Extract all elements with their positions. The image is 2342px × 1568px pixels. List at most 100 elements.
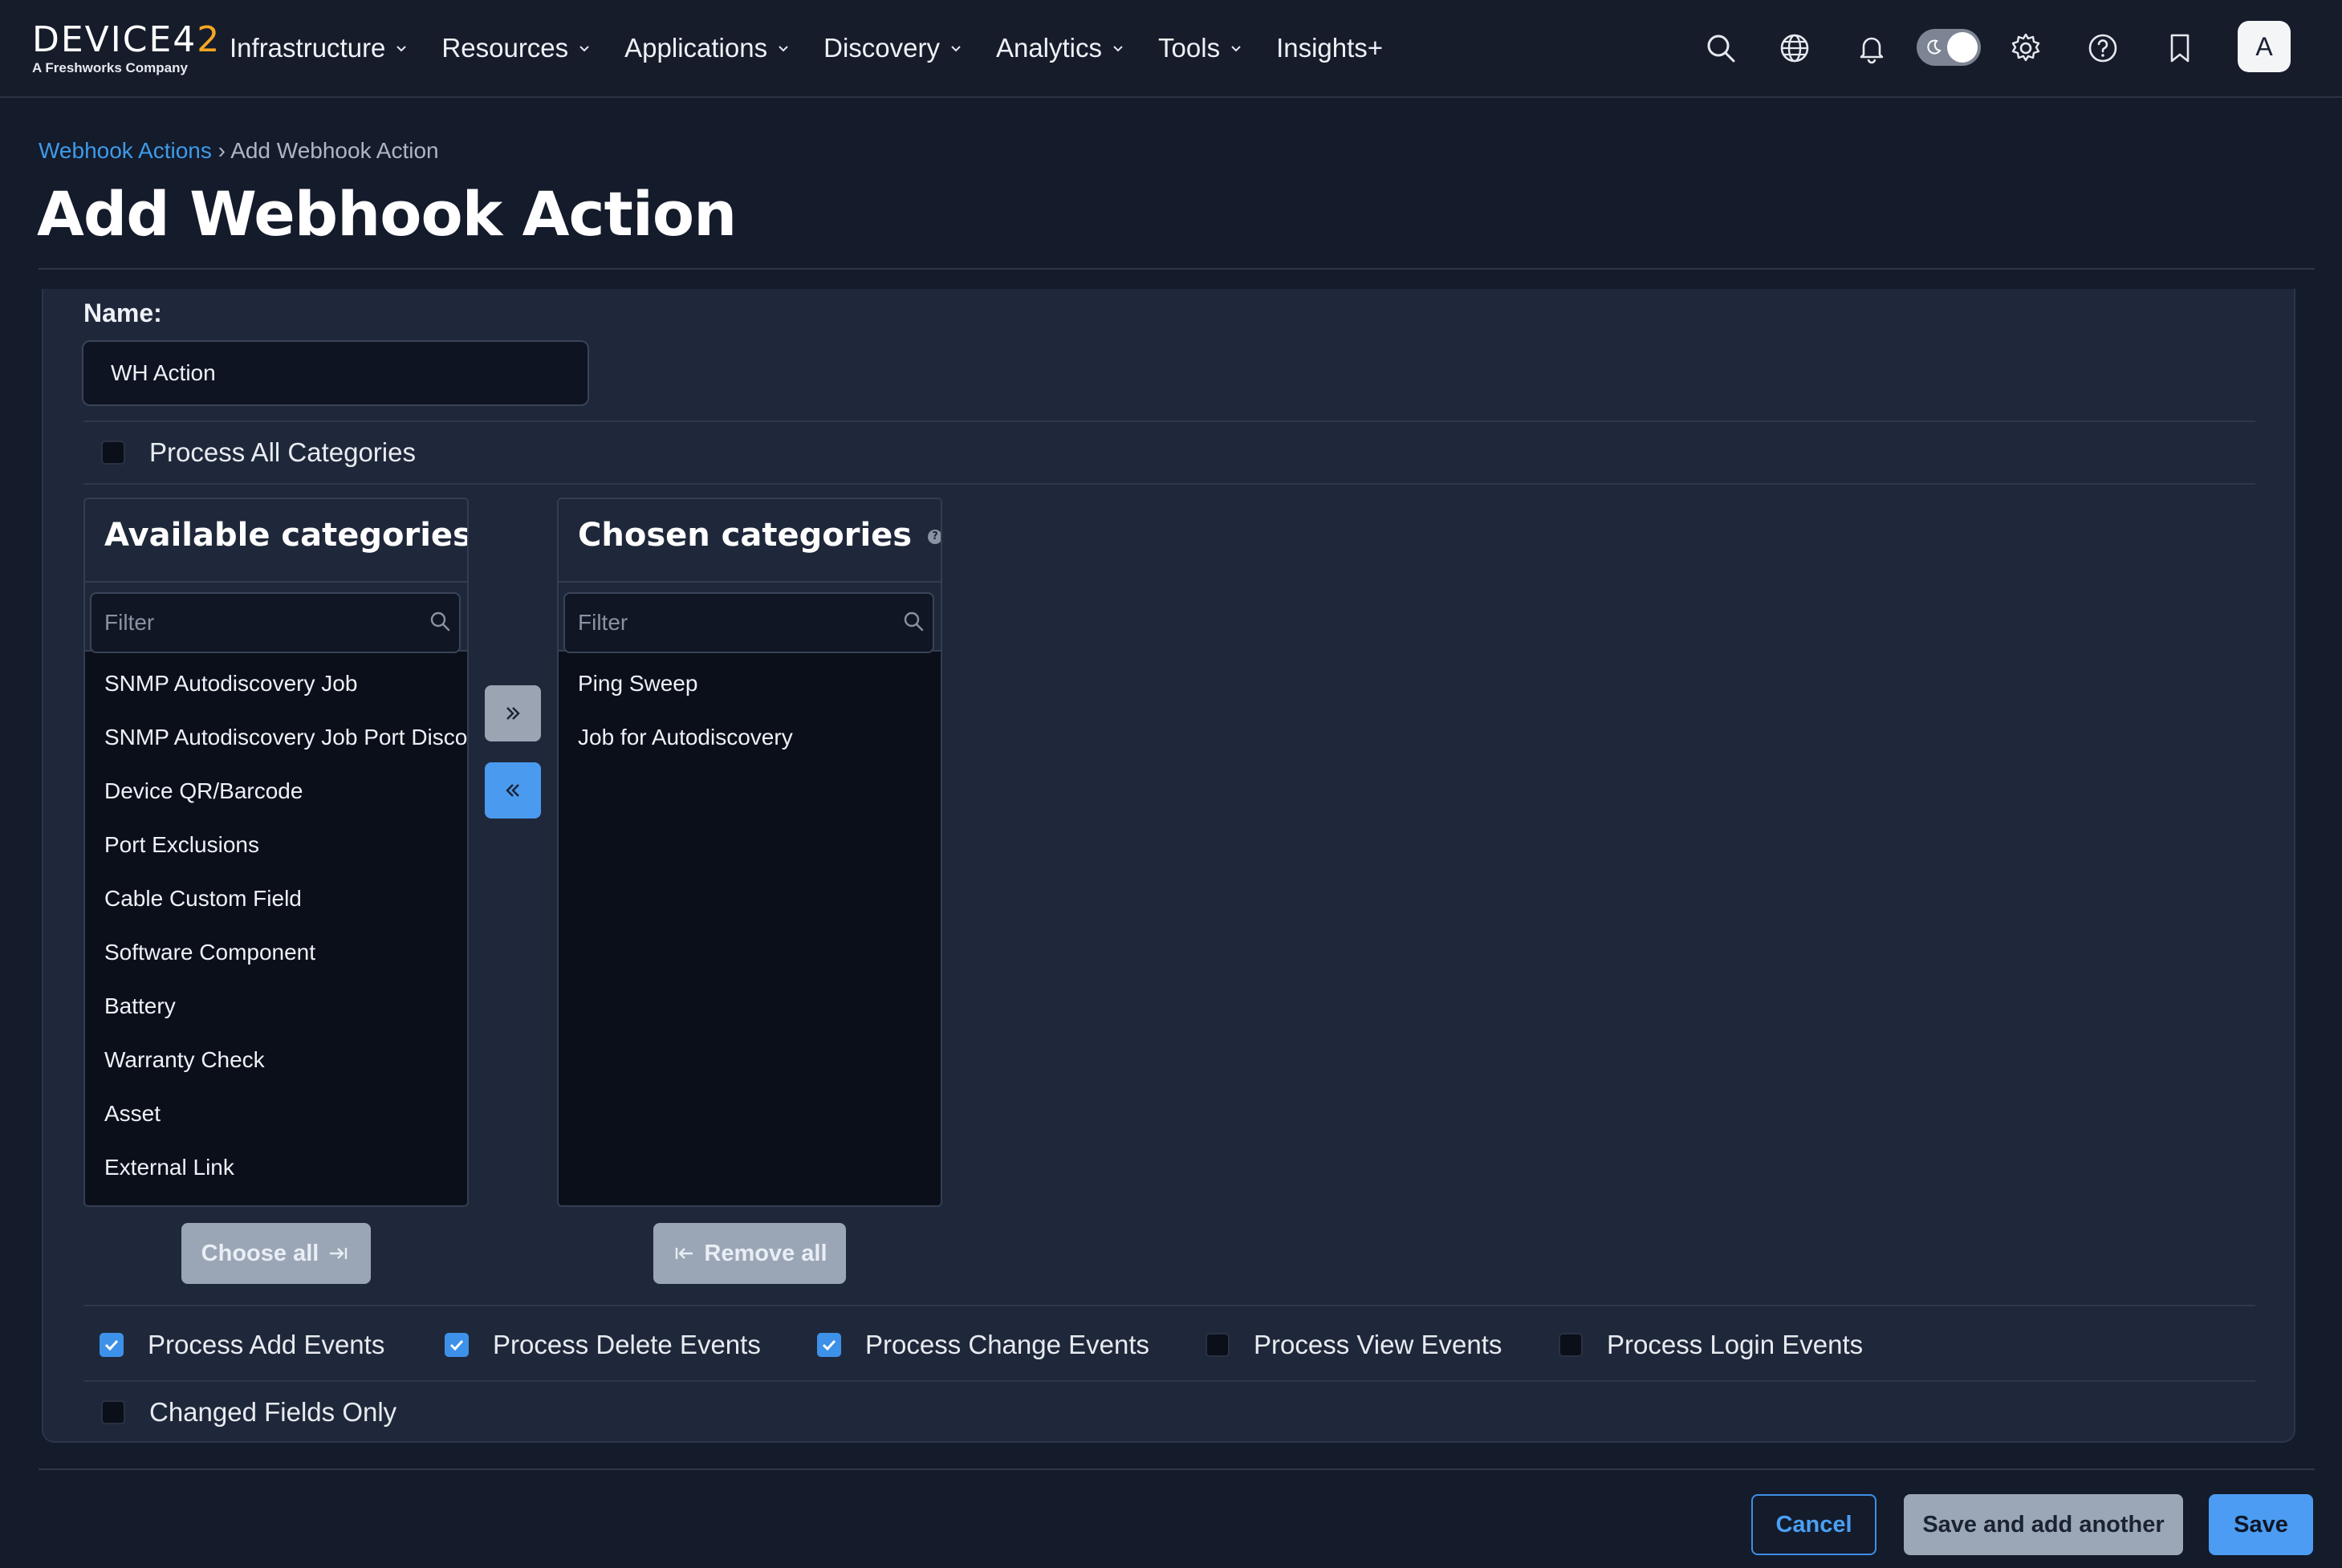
help-icon[interactable] [2085, 30, 2120, 66]
process-view-events-option[interactable]: Process View Events [1206, 1329, 1502, 1361]
nav-analytics[interactable]: Analytics [996, 33, 1124, 63]
search-icon[interactable] [1703, 30, 1738, 66]
device42-logo[interactable]: DEVICE42 A Freshworks Company [32, 19, 222, 79]
button-label: Choose all [201, 1240, 319, 1266]
process-change-events-option[interactable]: Process Change Events [817, 1329, 1149, 1361]
list-item[interactable]: Port Exclusions [85, 818, 467, 871]
help-icon[interactable]: ? [928, 530, 941, 544]
list-item[interactable]: Device QR/Barcode [85, 764, 467, 818]
chosen-categories-title: Chosen categories [578, 517, 913, 554]
button-label: Remove all [704, 1240, 827, 1266]
changed-fields-only-option[interactable]: Changed Fields Only [101, 1396, 396, 1428]
checkbox-label: Process Add Events [148, 1330, 385, 1359]
chosen-filter-input[interactable] [563, 592, 934, 653]
changed-fields-only-checkbox[interactable] [101, 1400, 125, 1424]
name-label: Name: [83, 299, 162, 327]
remove-selected-button[interactable] [485, 762, 541, 819]
double-chevron-right-icon [506, 707, 520, 720]
checkmark-icon [822, 1339, 836, 1351]
process-delete-events-checkbox[interactable] [445, 1333, 469, 1357]
choose-all-button[interactable]: Choose all [181, 1223, 371, 1284]
checkbox-label: Process Delete Events [493, 1330, 761, 1359]
toggle-knob [1947, 32, 1978, 63]
chosen-categories-list[interactable]: Ping Sweep Job for Autodiscovery [559, 656, 941, 764]
search-icon [904, 611, 924, 632]
process-login-events-checkbox[interactable] [1559, 1333, 1583, 1357]
chosen-categories-header: Chosen categories ? [559, 499, 941, 583]
arrow-to-right-icon [330, 1248, 348, 1259]
divider [39, 268, 2315, 270]
chevron-down-icon [396, 46, 407, 52]
available-categories-list[interactable]: SNMP Autodiscovery Job SNMP Autodiscover… [85, 656, 467, 1194]
breadcrumb-current: Add Webhook Action [230, 138, 439, 163]
process-add-events-option[interactable]: Process Add Events [100, 1329, 384, 1361]
checkbox-label: Changed Fields Only [149, 1397, 397, 1427]
list-item[interactable]: Battery [85, 979, 467, 1033]
bell-icon[interactable] [1854, 30, 1889, 66]
checkmark-icon [449, 1339, 464, 1351]
avatar[interactable]: A [2238, 21, 2291, 72]
chevron-down-icon [579, 46, 589, 52]
save-button[interactable]: Save [2209, 1494, 2313, 1555]
checkbox-label: Process View Events [1254, 1330, 1502, 1359]
bookmark-icon[interactable] [2162, 30, 2198, 66]
cancel-button[interactable]: Cancel [1751, 1494, 1876, 1555]
nav-label: Discovery [823, 33, 940, 63]
name-field[interactable] [82, 340, 589, 406]
nav-infrastructure[interactable]: Infrastructure [230, 33, 408, 63]
process-add-events-checkbox[interactable] [100, 1333, 124, 1357]
list-item[interactable]: Asset [85, 1087, 467, 1140]
checkbox-label: Process Login Events [1607, 1330, 1864, 1359]
list-item[interactable]: SNMP Autodiscovery Job Port Discovery [85, 710, 467, 764]
logo-wordmark: DEVICE42 [32, 19, 222, 60]
breadcrumb: Webhook Actions › Add Webhook Action [39, 138, 439, 164]
breadcrumb-webhook-actions[interactable]: Webhook Actions [39, 138, 212, 163]
list-item[interactable]: Job for Autodiscovery [559, 710, 941, 764]
remove-all-button[interactable]: Remove all [653, 1223, 846, 1284]
save-and-add-another-button[interactable]: Save and add another [1904, 1494, 2183, 1555]
add-selected-button[interactable] [485, 685, 541, 741]
process-login-events-option[interactable]: Process Login Events [1559, 1329, 1863, 1361]
divider [83, 1305, 2255, 1306]
logo-tagline: A Freshworks Company [32, 60, 188, 75]
nav-label: Insights+ [1276, 33, 1384, 63]
top-navigation-bar: DEVICE42 A Freshworks Company Infrastruc… [0, 0, 2342, 98]
chosen-categories-box: Chosen categories ? Ping Sweep Job for A… [557, 498, 942, 1207]
nav-insights[interactable]: Insights+ [1276, 33, 1383, 63]
process-all-categories-option[interactable]: Process All Categories [101, 437, 416, 469]
available-filter-input[interactable] [90, 592, 461, 653]
process-all-categories-checkbox[interactable] [101, 441, 125, 465]
theme-toggle[interactable] [1917, 29, 1981, 66]
nav-tools[interactable]: Tools [1158, 33, 1242, 63]
list-item[interactable]: Software Component [85, 925, 467, 979]
nav-resources[interactable]: Resources [441, 33, 591, 63]
process-delete-events-option[interactable]: Process Delete Events [445, 1329, 761, 1361]
divider [83, 420, 2255, 422]
nav-label: Infrastructure [230, 33, 386, 63]
nav-applications[interactable]: Applications [624, 33, 790, 63]
globe-icon[interactable] [1777, 30, 1812, 66]
divider [39, 1468, 2315, 1470]
filter-area [559, 583, 941, 653]
nav-label: Resources [441, 33, 569, 63]
checkmark-icon [104, 1339, 119, 1351]
process-change-events-checkbox[interactable] [817, 1333, 841, 1357]
divider [83, 483, 2255, 485]
chevron-down-icon [951, 46, 961, 52]
list-item[interactable]: Warranty Check [85, 1033, 467, 1087]
nav-label: Analytics [995, 33, 1103, 63]
available-categories-title: Available categories [104, 517, 469, 554]
page-title: Add Webhook Action [37, 178, 737, 250]
list-item[interactable]: Ping Sweep [559, 656, 941, 710]
nav-label: Applications [624, 33, 768, 63]
list-item[interactable]: External Link [85, 1140, 467, 1194]
list-item[interactable]: Cable Custom Field [85, 871, 467, 925]
chevron-down-icon [1113, 46, 1123, 52]
available-categories-box: Available categories? SNMP Autodiscovery… [83, 498, 469, 1207]
gear-icon[interactable] [2008, 30, 2043, 66]
filter-area [85, 583, 467, 653]
list-item[interactable]: SNMP Autodiscovery Job [85, 656, 467, 710]
nav-discovery[interactable]: Discovery [823, 33, 962, 63]
checkbox-label: Process All Categories [149, 437, 416, 467]
process-view-events-checkbox[interactable] [1206, 1333, 1230, 1357]
